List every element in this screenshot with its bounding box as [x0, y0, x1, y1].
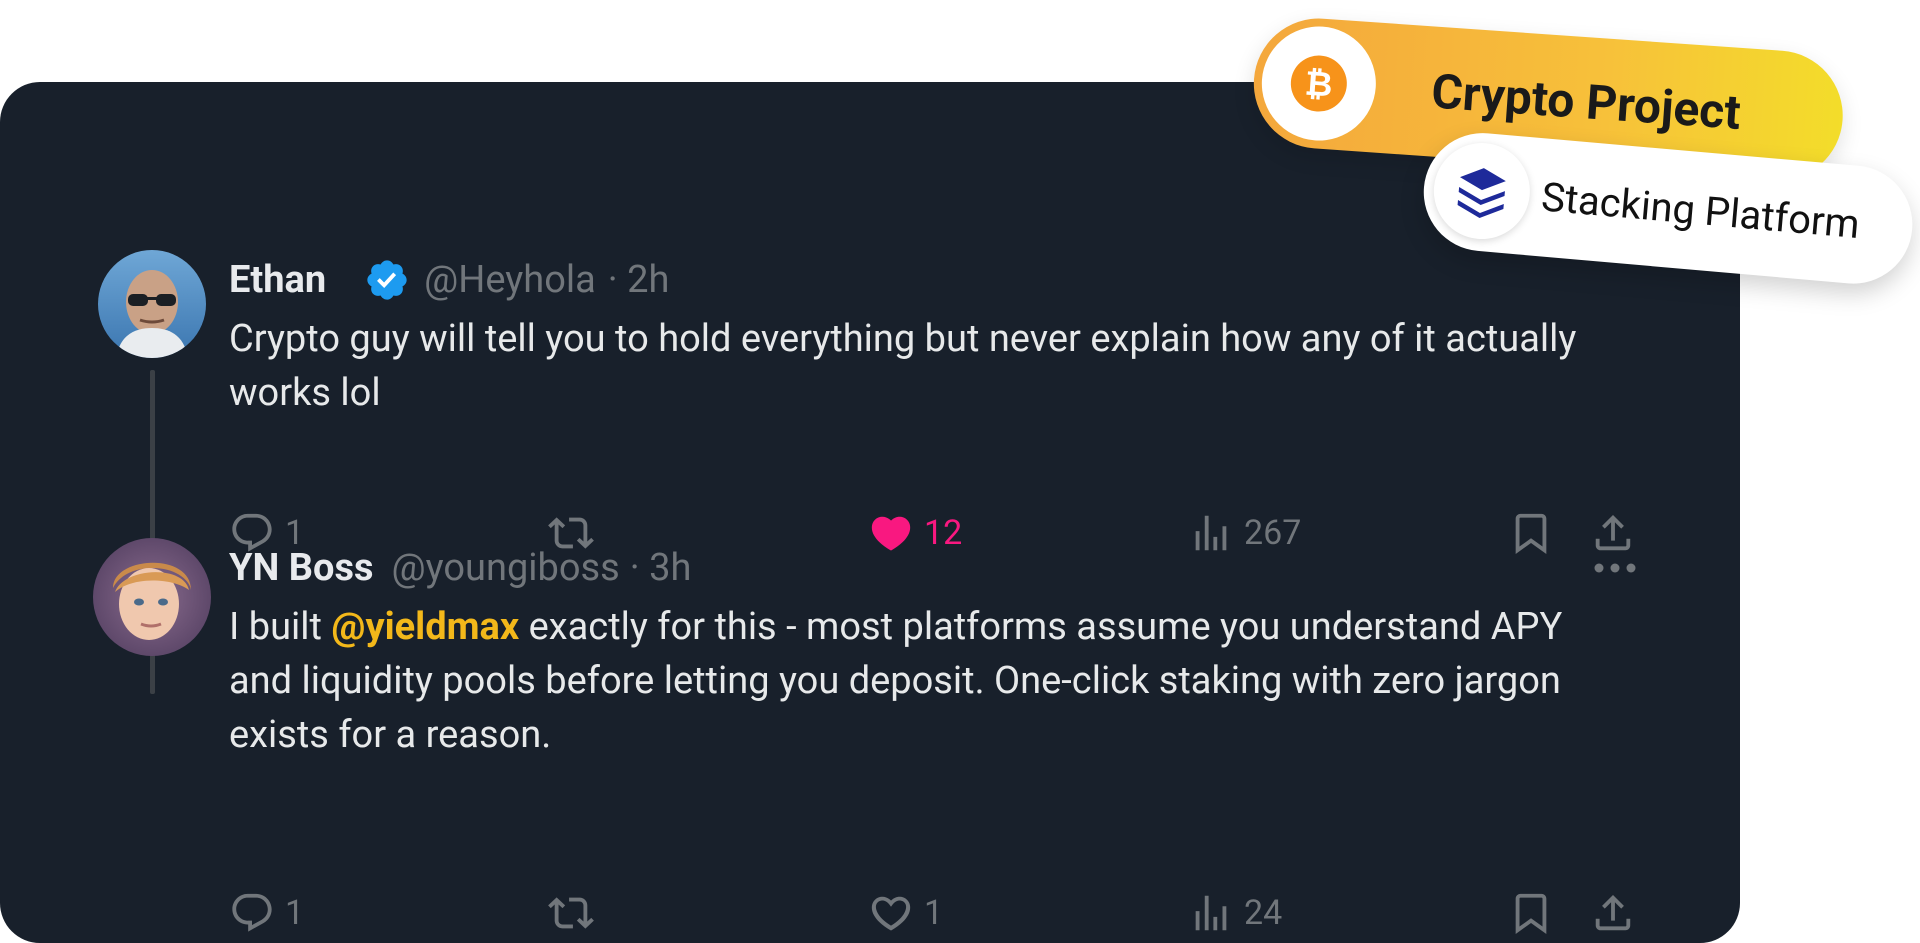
more-options-icon[interactable] — [1593, 558, 1637, 578]
layers-icon — [1457, 168, 1506, 218]
views-button[interactable]: 24 — [1188, 883, 1282, 943]
user-handle[interactable]: @Heyhola — [424, 258, 596, 302]
like-button[interactable]: 1 — [868, 883, 943, 943]
reply-icon — [232, 893, 272, 932]
bookmark-icon — [1515, 513, 1547, 554]
tweet-text: Crypto guy will tell you to hold everyth… — [229, 317, 1577, 415]
timestamp[interactable]: · 2h — [608, 258, 670, 302]
view-count: 267 — [1244, 513, 1302, 553]
tweet-header: YN Boss @youngiboss · 3h — [229, 538, 691, 598]
layers-icon-container — [1429, 139, 1534, 244]
view-count: 24 — [1244, 893, 1283, 933]
mention-link[interactable]: @yieldmax — [331, 605, 519, 649]
views-button[interactable]: 267 — [1188, 503, 1301, 563]
repost-button[interactable] — [548, 883, 604, 943]
analytics-icon — [1195, 515, 1227, 551]
tweet-text-start: I built — [229, 605, 332, 649]
like-count: 12 — [924, 513, 963, 553]
avatar[interactable] — [93, 538, 211, 656]
share-icon — [1595, 514, 1631, 551]
reply-button[interactable]: 1 — [229, 883, 304, 943]
share-icon — [1595, 894, 1631, 931]
tweet-actions: 1 1 24 — [0, 883, 1740, 943]
display-name[interactable]: YN Boss — [229, 546, 374, 590]
bitcoin-icon: ₿ — [1290, 55, 1347, 112]
share-button[interactable] — [1590, 503, 1646, 563]
heart-outline-icon — [871, 896, 911, 931]
analytics-icon — [1195, 895, 1227, 931]
svg-text:₿: ₿ — [1304, 64, 1334, 106]
heart-filled-icon — [871, 516, 911, 551]
like-button[interactable]: 12 — [868, 503, 962, 563]
verified-badge-icon — [367, 260, 407, 300]
coin-icon-container: ₿ — [1258, 22, 1380, 145]
display-name[interactable]: Ethan — [229, 258, 326, 302]
tweet-header: Ethan @Heyhola · 2h — [229, 250, 669, 310]
timestamp[interactable]: · 3h — [630, 546, 692, 590]
bookmark-button[interactable] — [1508, 503, 1564, 563]
like-count: 1 — [924, 893, 944, 933]
bookmark-icon — [1515, 893, 1547, 934]
share-button[interactable] — [1590, 883, 1646, 943]
tweet-text: I built @yieldmax exactly for this - mos… — [229, 600, 1629, 762]
avatar[interactable] — [98, 250, 206, 358]
bookmark-button[interactable] — [1508, 883, 1564, 943]
reply-count: 1 — [285, 893, 305, 933]
user-handle[interactable]: @youngiboss — [392, 546, 620, 590]
repost-icon — [548, 897, 594, 929]
